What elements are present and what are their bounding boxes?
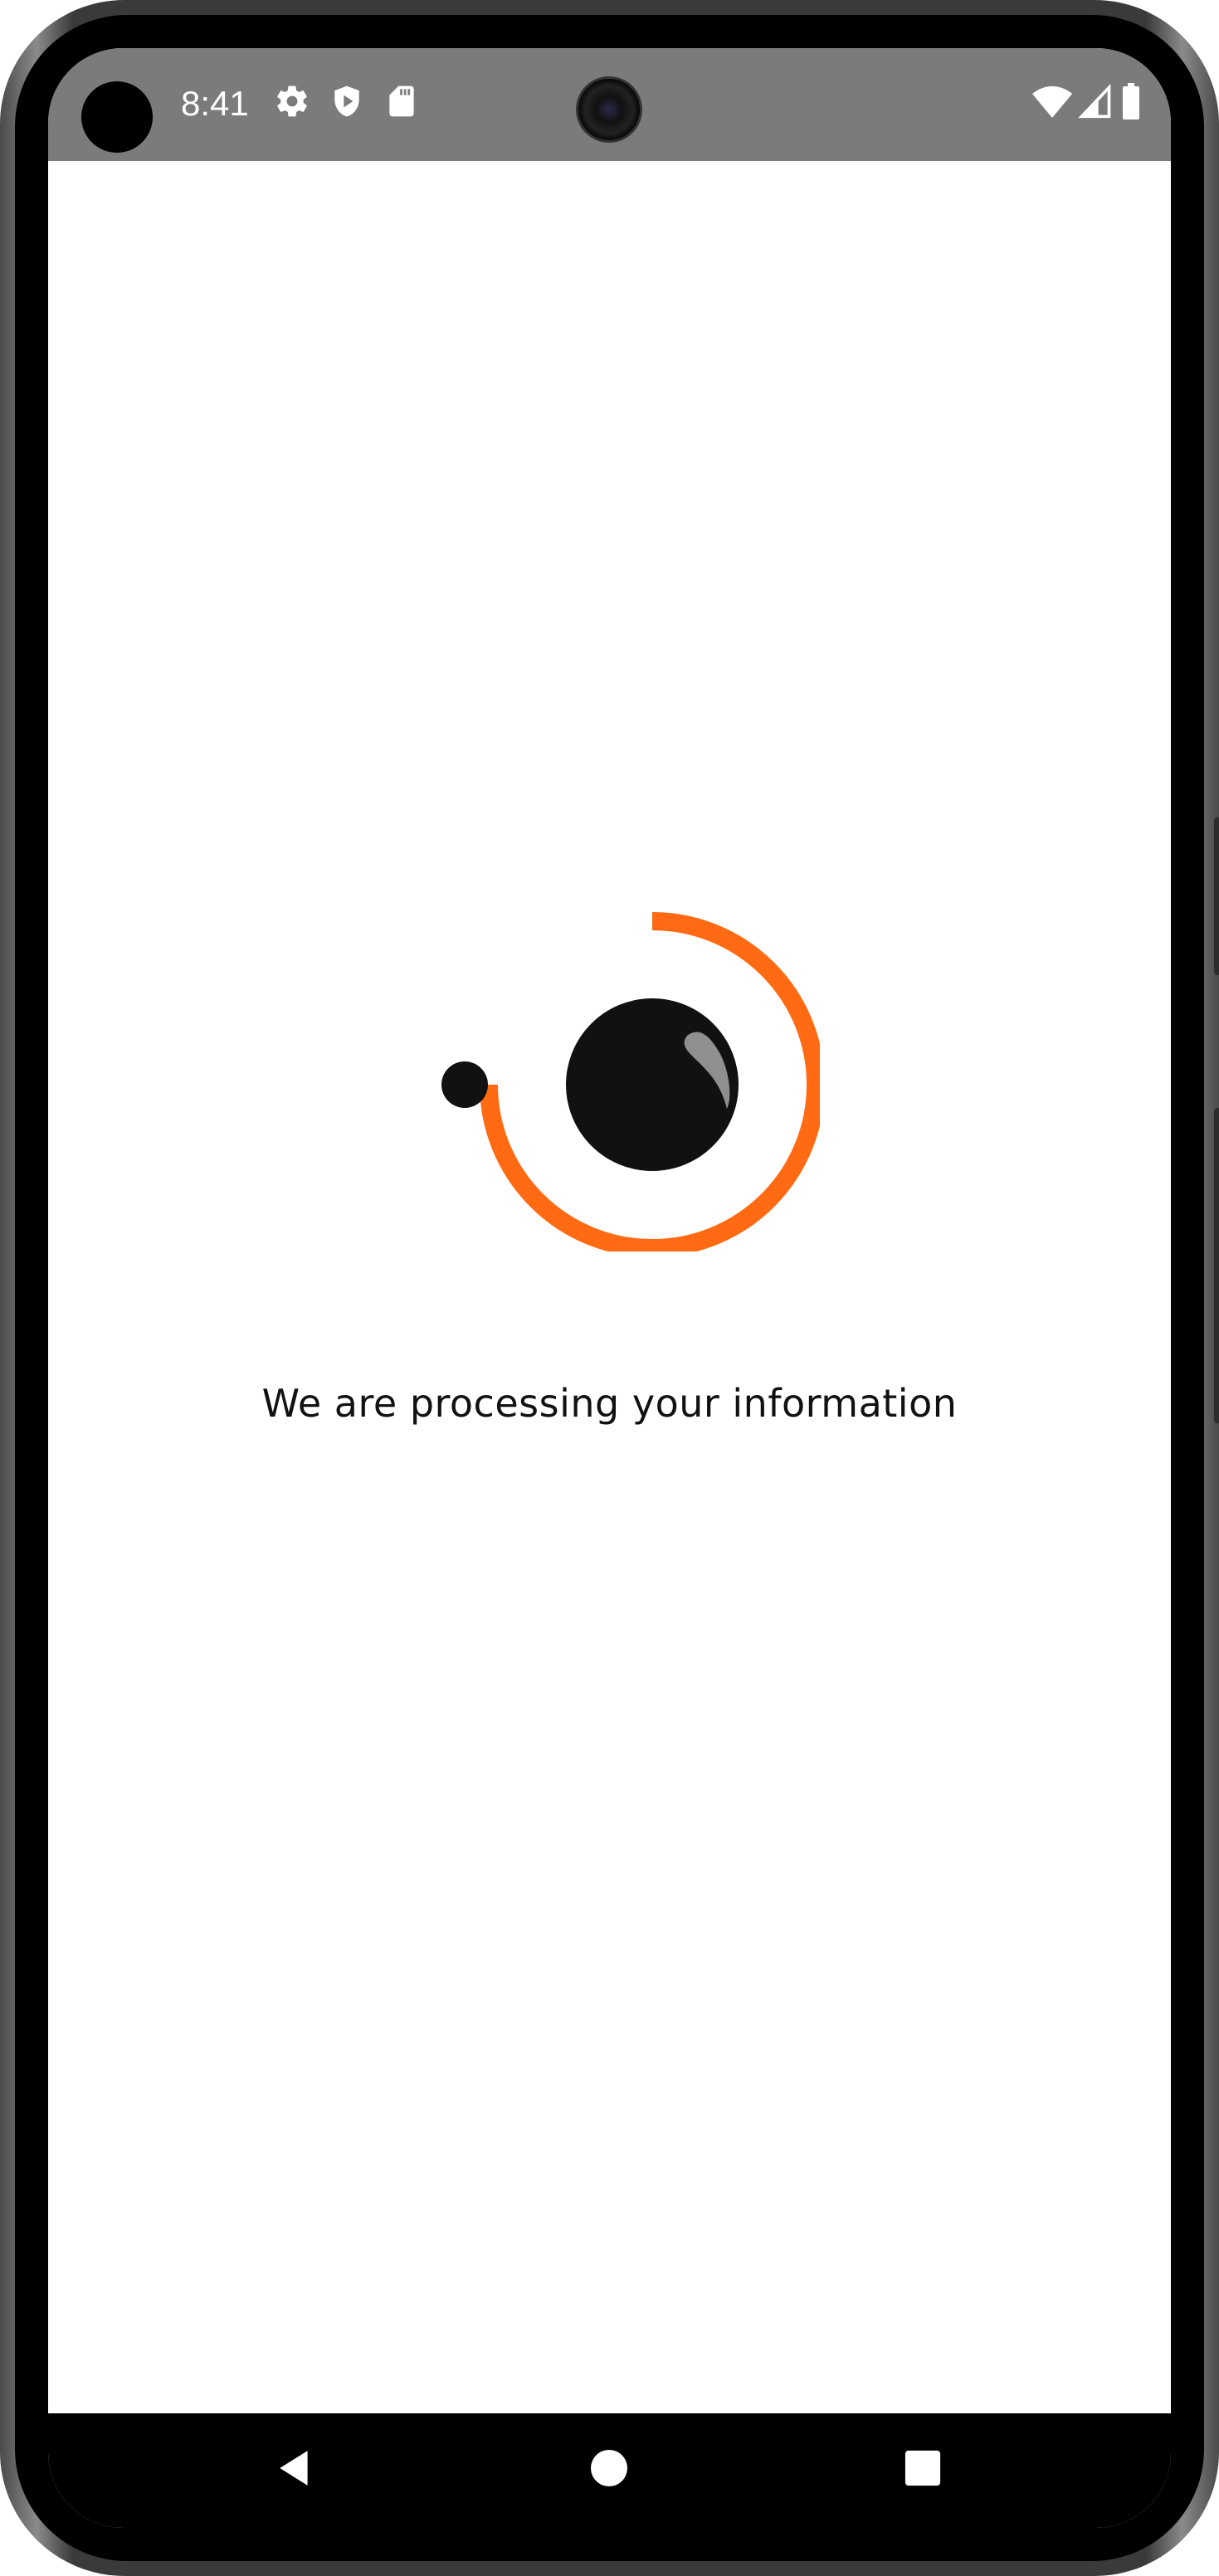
home-button[interactable] <box>576 2437 642 2503</box>
volume-button <box>1214 817 1219 975</box>
back-icon <box>275 2447 316 2492</box>
recents-button[interactable] <box>890 2437 956 2503</box>
phone-frame: 8:41 We are processing your information <box>0 0 1219 2576</box>
status-indicator-dot <box>81 81 153 153</box>
wifi-icon <box>1032 83 1072 120</box>
battery-icon <box>1120 83 1145 120</box>
gear-icon <box>274 83 310 120</box>
status-bar: 8:41 <box>48 48 1171 161</box>
shield-play-icon <box>329 83 365 120</box>
screen: 8:41 We are processing your information <box>48 48 1171 2528</box>
home-icon <box>589 2448 629 2491</box>
back-button[interactable] <box>262 2437 329 2503</box>
processing-message: We are processing your information <box>261 1381 958 1426</box>
orbit-dot <box>441 1061 488 1108</box>
power-button <box>1214 1108 1219 1423</box>
status-time: 8:41 <box>181 84 249 123</box>
front-camera <box>576 76 642 143</box>
signal-icon <box>1077 83 1114 120</box>
sd-card-icon <box>383 83 420 120</box>
recents-icon <box>904 2449 942 2491</box>
loading-spinner <box>405 837 825 1257</box>
navigation-bar <box>48 2413 1171 2528</box>
center-orb <box>566 998 739 1171</box>
